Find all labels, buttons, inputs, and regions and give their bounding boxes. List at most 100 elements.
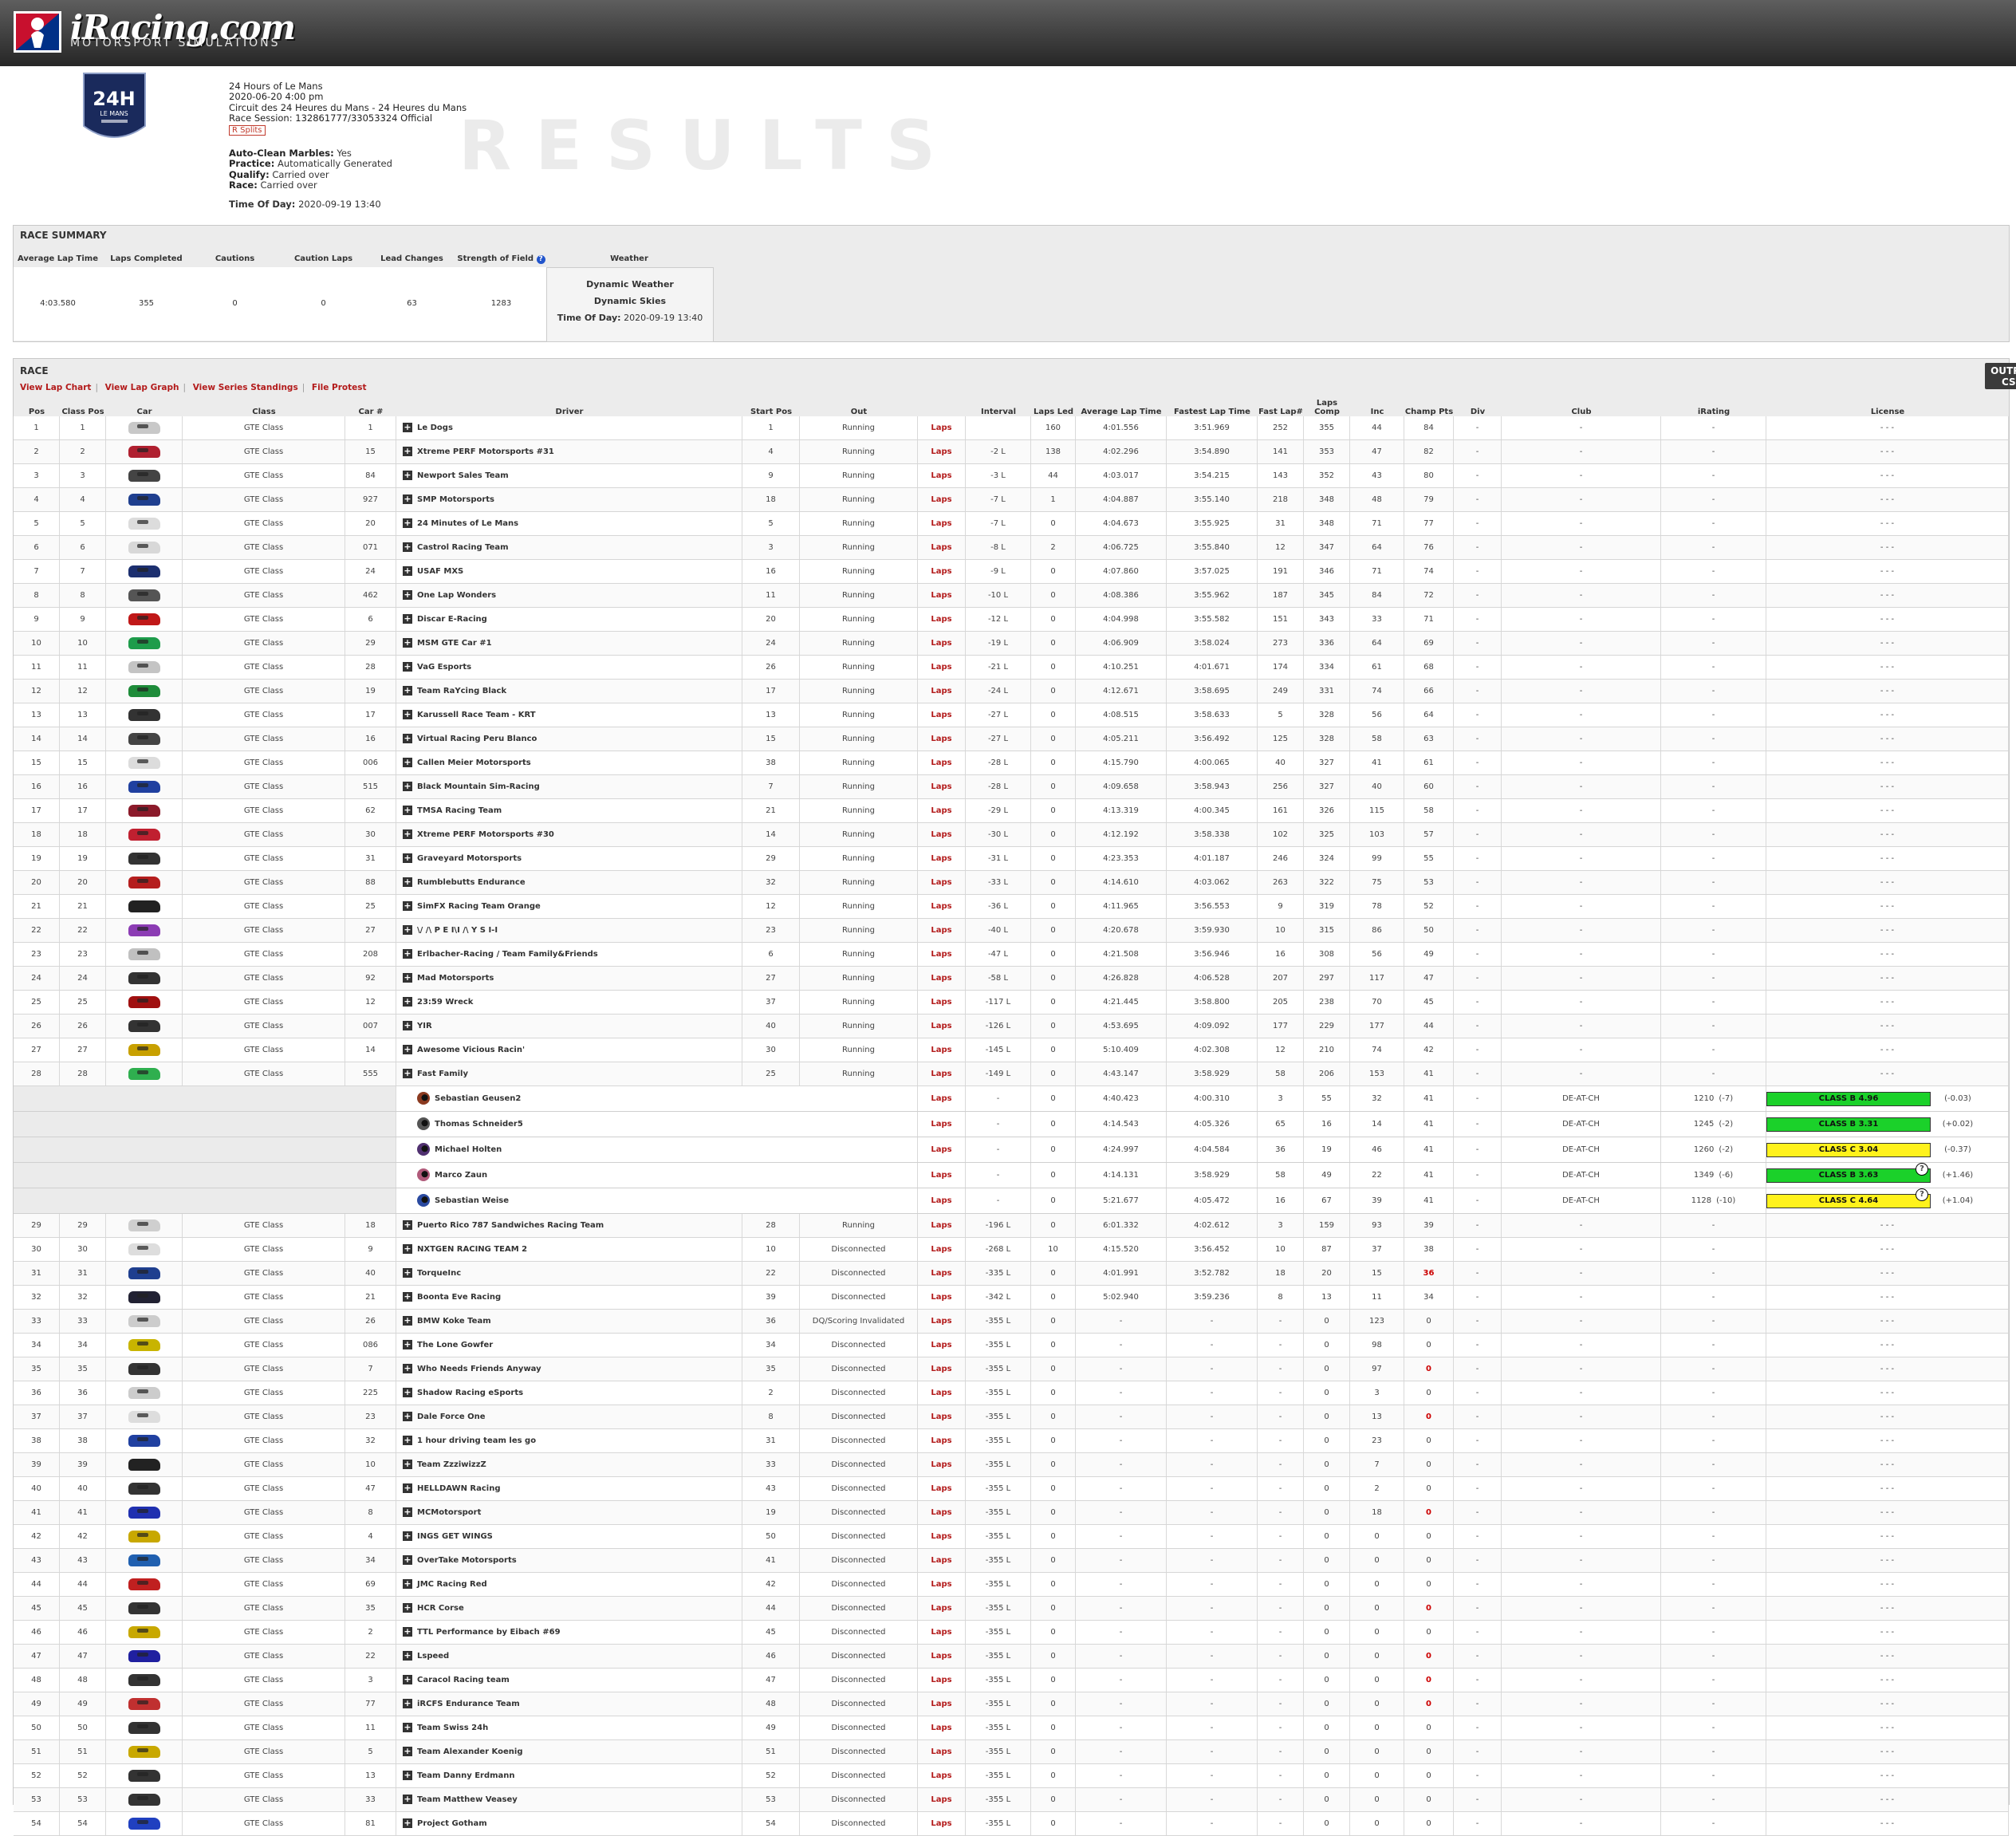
result-row[interactable]: 34 34 GTE Class 086 + The Lone Gowfer 34 Discon…	[14, 1334, 2009, 1357]
laps-link[interactable]: Laps	[918, 1038, 966, 1062]
expand-plus-icon[interactable]: +	[403, 1651, 412, 1661]
result-row[interactable]: 4 4 GTE Class 927 + SMP Motorsports 18 Running L…	[14, 488, 2009, 512]
driver-name[interactable]: TorqueInc	[417, 1269, 461, 1278]
expand-plus-icon[interactable]: +	[403, 1723, 412, 1732]
laps-link[interactable]: Laps	[918, 464, 966, 487]
laps-link[interactable]: Laps	[918, 919, 966, 942]
expand-plus-icon[interactable]: +	[403, 1675, 412, 1684]
driver-cell[interactable]: + Team Danny Erdmann	[396, 1764, 742, 1787]
driver-name[interactable]: Callen Meier Motorsports	[417, 758, 531, 767]
driver-cell[interactable]: +1 hour driving team les go	[396, 1429, 742, 1452]
driver-name-cell[interactable]: Marco Zaun	[396, 1163, 918, 1188]
driver-cell[interactable]: + Team Alexander Koenig	[396, 1740, 742, 1763]
result-row[interactable]: 44 44 GTE Class 69 + JMC Racing Red 42 Disconne…	[14, 1573, 2009, 1597]
laps-link[interactable]: Laps	[918, 1334, 966, 1357]
result-row[interactable]: 46 46 GTE Class 2 + TTL Performance by Eibach…	[14, 1621, 2009, 1645]
result-row[interactable]: 45 45 GTE Class 35 + HCR Corse 44 Disconnected L…	[14, 1597, 2009, 1621]
driver-name[interactable]: Dale Force One	[417, 1412, 486, 1421]
driver-cell[interactable]: + Shadow Racing eSports	[396, 1381, 742, 1405]
driver-name[interactable]: Boonta Eve Racing	[417, 1293, 501, 1302]
laps-link[interactable]: Laps	[918, 751, 966, 774]
expand-plus-icon[interactable]: +	[403, 1627, 412, 1637]
result-row[interactable]: 26 26 GTE Class 007 + YIR 40 Running Laps -126 L0…	[14, 1015, 2009, 1038]
view-lap-graph-link[interactable]: View Lap Graph	[105, 383, 179, 392]
laps-link[interactable]: Laps	[918, 512, 966, 535]
driver-cell[interactable]: + USAF MXS	[396, 560, 742, 583]
driver-name[interactable]: Team RaYcing Black	[417, 687, 506, 695]
driver-name[interactable]: 23:59 Wreck	[417, 998, 473, 1007]
expand-plus-icon[interactable]: +	[403, 423, 412, 432]
driver-cell[interactable]: + INGS GET WINGS	[396, 1525, 742, 1548]
result-row[interactable]: 47 47 GTE Class 22 + Lspeed 46 Disconnected Laps…	[14, 1645, 2009, 1669]
driver-name[interactable]: MSM GTE Car #1	[417, 639, 492, 648]
result-row[interactable]: 17 17 GTE Class 62 + TMSA Racing Team 21 Runnin…	[14, 799, 2009, 823]
driver-name[interactable]: Thomas Schneider5	[435, 1120, 523, 1129]
expand-plus-icon[interactable]: +	[403, 806, 412, 815]
expand-plus-icon[interactable]: +	[403, 853, 412, 863]
driver-cell[interactable]: +23:59 Wreck	[396, 991, 742, 1014]
result-row[interactable]: 5 5 GTE Class 20 +24 Minutes of Le Mans 5 Runn…	[14, 512, 2009, 536]
driver-name[interactable]: Team Danny Erdmann	[417, 1771, 515, 1780]
laps-link[interactable]: Laps	[918, 1788, 966, 1811]
expand-plus-icon[interactable]: +	[403, 518, 412, 528]
laps-link[interactable]: Laps	[918, 1112, 966, 1137]
expand-plus-icon[interactable]: +	[403, 471, 412, 480]
result-row[interactable]: 54 54 GTE Class 81 + Project Gotham 54 Disconne…	[14, 1812, 2009, 1836]
driver-cell[interactable]: + \/ /\ P E I\I /\ Y S I-I	[396, 919, 742, 942]
result-row[interactable]: 37 37 GTE Class 23 + Dale Force One 8 Disconnec…	[14, 1405, 2009, 1429]
expand-plus-icon[interactable]: +	[403, 997, 412, 1007]
driver-name[interactable]: Team ZzziwizzZ	[417, 1460, 486, 1469]
driver-name[interactable]: JMC Racing Red	[417, 1580, 487, 1589]
expand-plus-icon[interactable]: +	[403, 1388, 412, 1397]
expand-plus-icon[interactable]: +	[403, 686, 412, 695]
expand-plus-icon[interactable]: +	[403, 1460, 412, 1469]
result-row[interactable]: 49 49 GTE Class 77 + iRCFS Endurance Team 48 Di…	[14, 1692, 2009, 1716]
driver-cell[interactable]: + TMSA Racing Team	[396, 799, 742, 822]
expand-plus-icon[interactable]: +	[403, 758, 412, 767]
expand-plus-icon[interactable]: +	[403, 566, 412, 576]
laps-link[interactable]: Laps	[918, 1086, 966, 1111]
result-row[interactable]: 12 12 GTE Class 19 + Team RaYcing Black 17 Runn…	[14, 680, 2009, 703]
laps-link[interactable]: Laps	[918, 703, 966, 727]
laps-link[interactable]: Laps	[918, 1573, 966, 1596]
driver-cell[interactable]: + Project Gotham	[396, 1812, 742, 1835]
laps-link[interactable]: Laps	[918, 775, 966, 798]
driver-name[interactable]: HCR Corse	[417, 1604, 464, 1613]
result-row[interactable]: 48 48 GTE Class 3 + Caracol Racing team 47 Disc…	[14, 1669, 2009, 1692]
laps-link[interactable]: Laps	[918, 1549, 966, 1572]
driver-cell[interactable]: + YIR	[396, 1015, 742, 1038]
result-row[interactable]: 25 25 GTE Class 12 +23:59 Wreck 37 Running Laps…	[14, 991, 2009, 1015]
driver-name[interactable]: Sebastian Weise	[435, 1196, 509, 1205]
driver-name[interactable]: Black Mountain Sim-Racing	[417, 782, 540, 791]
result-row[interactable]: 35 35 GTE Class 7 + Who Needs Friends Anyway 3…	[14, 1357, 2009, 1381]
laps-link[interactable]: Laps	[918, 1645, 966, 1668]
driver-name[interactable]: Lspeed	[417, 1652, 449, 1661]
laps-link[interactable]: Laps	[918, 416, 966, 439]
expand-plus-icon[interactable]: +	[403, 925, 412, 935]
driver-cell[interactable]: + Caracol Racing team	[396, 1669, 742, 1692]
expand-plus-icon[interactable]: +	[403, 1771, 412, 1780]
expand-plus-icon[interactable]: +	[403, 1483, 412, 1493]
driver-name[interactable]: BMW Koke Team	[417, 1317, 491, 1326]
driver-cell[interactable]: + Team ZzziwizzZ	[396, 1453, 742, 1476]
result-row[interactable]: 50 50 GTE Class 11 + Team Swiss 24h 49 Disconne…	[14, 1716, 2009, 1740]
driver-name[interactable]: Caracol Racing team	[417, 1676, 510, 1684]
driver-name[interactable]: Team Swiss 24h	[417, 1724, 488, 1732]
driver-cell[interactable]: + Karussell Race Team - KRT	[396, 703, 742, 727]
driver-name[interactable]: Graveyard Motorsports	[417, 854, 522, 863]
laps-link[interactable]: Laps	[918, 823, 966, 846]
driver-cell[interactable]: + Lspeed	[396, 1645, 742, 1668]
laps-link[interactable]: Laps	[918, 680, 966, 703]
driver-name[interactable]: Discar E-Racing	[417, 615, 487, 624]
driver-cell[interactable]: + Fast Family	[396, 1062, 742, 1085]
expand-plus-icon[interactable]: +	[403, 1436, 412, 1445]
driver-name[interactable]: 24 Minutes of Le Mans	[417, 519, 518, 528]
expand-plus-icon[interactable]: +	[403, 638, 412, 648]
driver-name[interactable]: YIR	[417, 1022, 432, 1030]
expand-plus-icon[interactable]: +	[403, 1364, 412, 1373]
driver-cell[interactable]: + Dale Force One	[396, 1405, 742, 1428]
driver-cell[interactable]: + MCMotorsport	[396, 1501, 742, 1524]
expand-plus-icon[interactable]: +	[403, 1579, 412, 1589]
result-row[interactable]: 30 30 GTE Class 9 + NXTGEN RACING TEAM 2 10 Dis…	[14, 1238, 2009, 1262]
result-row[interactable]: 6 6 GTE Class 071 + Castrol Racing Team 3 Runni…	[14, 536, 2009, 560]
